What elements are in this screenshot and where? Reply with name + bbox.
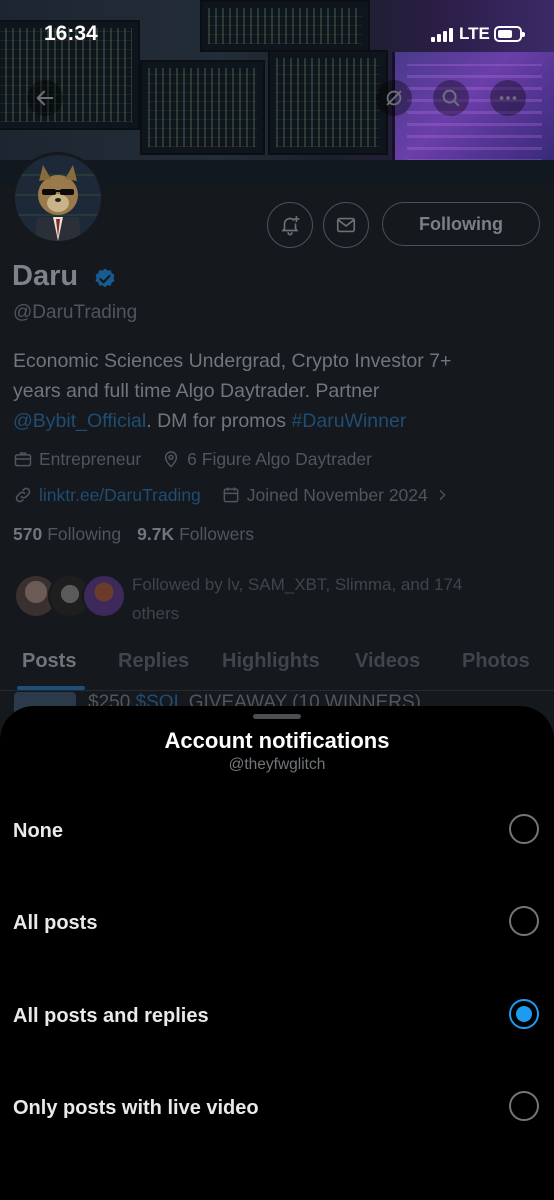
- tab-replies[interactable]: Replies: [118, 650, 189, 673]
- profile-meta-row-2: linktr.ee/DaruTrading Joined November 20…: [13, 483, 476, 507]
- option-label: None: [13, 820, 63, 842]
- sheet-title: Account notifications: [164, 728, 390, 753]
- profile-location: 6 Figure Algo Daytrader: [187, 448, 372, 469]
- back-button[interactable]: [27, 80, 63, 116]
- tab-videos[interactable]: Videos: [355, 650, 420, 673]
- profile-bio: Economic Sciences Undergrad, Crypto Inve…: [13, 346, 533, 436]
- chevron-right-icon: [439, 489, 446, 501]
- more-options-button[interactable]: [490, 80, 526, 116]
- grok-button[interactable]: [376, 80, 412, 116]
- signal-icon: [431, 28, 455, 42]
- sheet-grabber[interactable]: [253, 714, 301, 719]
- bybit-mention-link[interactable]: @Bybit_Official: [13, 410, 146, 432]
- radio-all-posts[interactable]: [509, 906, 539, 936]
- tab-photos[interactable]: Photos: [462, 650, 530, 673]
- verified-badge-icon: [93, 267, 117, 296]
- radio-live-video-only[interactable]: [509, 1091, 539, 1121]
- hashtag-link[interactable]: #DaruWinner: [291, 410, 406, 432]
- followers-count-link[interactable]: 9.7K Followers: [137, 524, 254, 545]
- radio-all-posts-and-replies[interactable]: [509, 999, 539, 1029]
- search-button[interactable]: [433, 80, 469, 116]
- option-live-video-only[interactable]: Only posts with live video: [0, 1083, 554, 1139]
- option-all-posts[interactable]: All posts: [0, 898, 554, 954]
- tab-highlights[interactable]: Highlights: [222, 650, 320, 673]
- following-count-link[interactable]: 570 Following: [13, 524, 121, 545]
- profile-handle: @DaruTrading: [13, 302, 138, 323]
- status-time: 16:34: [44, 22, 98, 45]
- option-label: All posts and replies: [13, 1005, 209, 1027]
- account-notifications-sheet: Account notifications @theyfwglitch None…: [0, 706, 554, 1200]
- profile-website-link[interactable]: linktr.ee/DaruTrading: [39, 485, 201, 506]
- mail-icon: [336, 217, 356, 233]
- back-arrow-icon: [36, 90, 54, 106]
- briefcase-icon: [14, 452, 32, 467]
- bio-text: . DM for promos: [146, 410, 292, 432]
- more-dots-icon: [499, 96, 517, 100]
- option-label: All posts: [13, 912, 98, 934]
- tab-posts[interactable]: Posts: [22, 650, 76, 673]
- following-button[interactable]: Following: [382, 202, 540, 246]
- location-pin-icon: [164, 451, 178, 468]
- profile-avatar[interactable]: [12, 152, 104, 244]
- bell-plus-icon: [281, 215, 300, 236]
- status-bar: 16:34 LTE: [0, 0, 554, 70]
- search-icon: [442, 89, 460, 107]
- profile-name: Daru: [12, 260, 79, 292]
- follower-avatar-3: [82, 574, 126, 618]
- profile-meta-row-1: Entrepreneur 6 Figure Algo Daytrader: [13, 447, 392, 471]
- option-all-posts-and-replies[interactable]: All posts and replies: [0, 991, 554, 1047]
- radio-none[interactable]: [509, 814, 539, 844]
- battery-icon: [494, 26, 525, 42]
- link-icon: [15, 487, 31, 503]
- message-button[interactable]: [323, 202, 369, 248]
- calendar-icon: [223, 487, 239, 503]
- sheet-subtitle: @theyfwglitch: [228, 756, 326, 773]
- option-none[interactable]: None: [0, 806, 554, 862]
- profile-joined-date: Joined November 2024: [246, 484, 428, 505]
- doge-avatar-image: [15, 155, 101, 241]
- grok-icon: [386, 90, 402, 106]
- profile-category: Entrepreneur: [39, 448, 142, 469]
- notifications-bell-button[interactable]: [267, 202, 313, 248]
- followed-by-row[interactable]: Followed by lv, SAM_XBT, Slimma, and 174…: [14, 570, 544, 623]
- network-type: LTE: [459, 24, 490, 43]
- bio-line-1: Economic Sciences Undergrad, Crypto Inve…: [13, 350, 452, 372]
- bio-line-2: years and full time Algo Daytrader. Part…: [13, 380, 380, 402]
- followed-by-text: Followed by lv, SAM_XBT, Slimma, and 174…: [132, 575, 463, 623]
- follow-stats: 570 Following 9.7K Followers: [13, 524, 270, 545]
- option-label: Only posts with live video: [13, 1097, 259, 1119]
